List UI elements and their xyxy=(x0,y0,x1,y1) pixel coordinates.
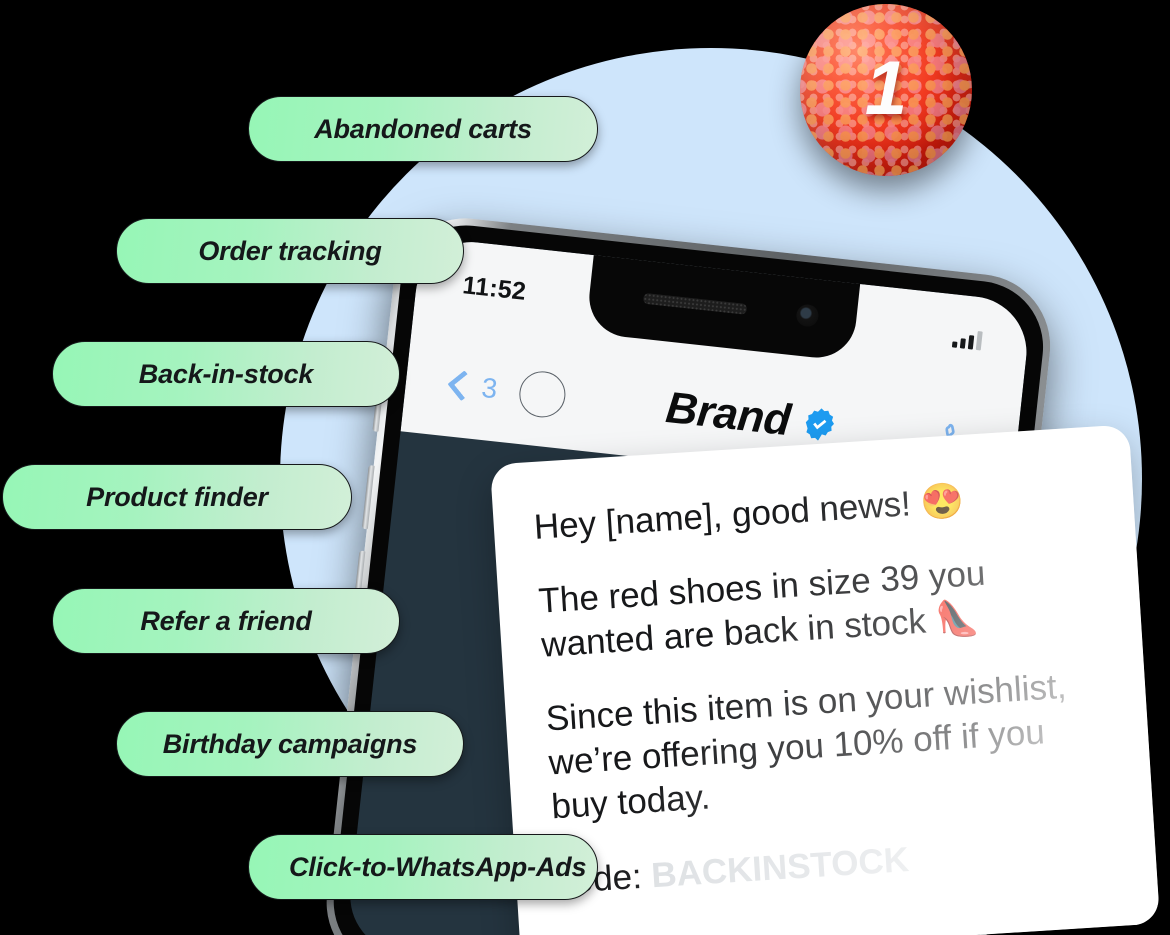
feature-pill-refer-a-friend[interactable]: Refer a friend xyxy=(52,588,400,654)
message-line-4: code: BACKINSTOCK xyxy=(555,825,1117,904)
status-bar-time: 11:52 xyxy=(461,271,528,306)
feature-pill-label: Order tracking xyxy=(198,235,382,266)
feature-pill-label: Refer a friend xyxy=(140,605,312,636)
earpiece-speaker-icon xyxy=(642,292,748,315)
promo-illustration: 11:52 3 Brand Hey [name], good news! 😍 T… xyxy=(0,0,1170,935)
brand-name-label: Brand xyxy=(663,382,793,446)
avatar[interactable] xyxy=(516,368,568,420)
feature-pill-birthday-campaigns[interactable]: Birthday campaigns xyxy=(116,711,464,777)
feature-pill-label: Click-to-WhatsApp-Ads xyxy=(289,851,587,882)
feature-pill-back-in-stock[interactable]: Back-in-stock xyxy=(52,341,400,407)
feature-pill-label: Product finder xyxy=(86,481,268,512)
verified-badge-icon xyxy=(805,408,835,441)
notification-badge-number: 1 xyxy=(864,45,908,131)
feature-pill-order-tracking[interactable]: Order tracking xyxy=(116,218,464,284)
message-line-3: Since this item is on your wishlist, we’… xyxy=(544,667,1068,827)
back-chevron-icon[interactable] xyxy=(446,368,467,402)
message-line-1: Hey [name], good news! 😍 xyxy=(532,480,966,547)
feature-pill-label: Back-in-stock xyxy=(138,358,314,389)
feature-pill-click-to-whatsapp-ads[interactable]: Click-to-WhatsApp-Ads xyxy=(248,834,598,900)
unread-count-label: 3 xyxy=(480,371,499,405)
notification-badge-sphere: 1 xyxy=(800,4,972,176)
front-camera-icon xyxy=(795,303,820,328)
promo-code-value: BACKINSTOCK xyxy=(650,839,911,895)
phone-notch xyxy=(585,253,861,362)
message-line-2: The red shoes in size 39 you wanted are … xyxy=(537,553,987,665)
signal-strength-icon xyxy=(951,328,983,351)
feature-pill-abandoned-carts[interactable]: Abandoned carts xyxy=(248,96,598,162)
feature-pill-label: Abandoned carts xyxy=(314,113,532,144)
feature-pill-label: Birthday campaigns xyxy=(162,728,418,759)
feature-pill-product-finder[interactable]: Product finder xyxy=(2,464,352,530)
